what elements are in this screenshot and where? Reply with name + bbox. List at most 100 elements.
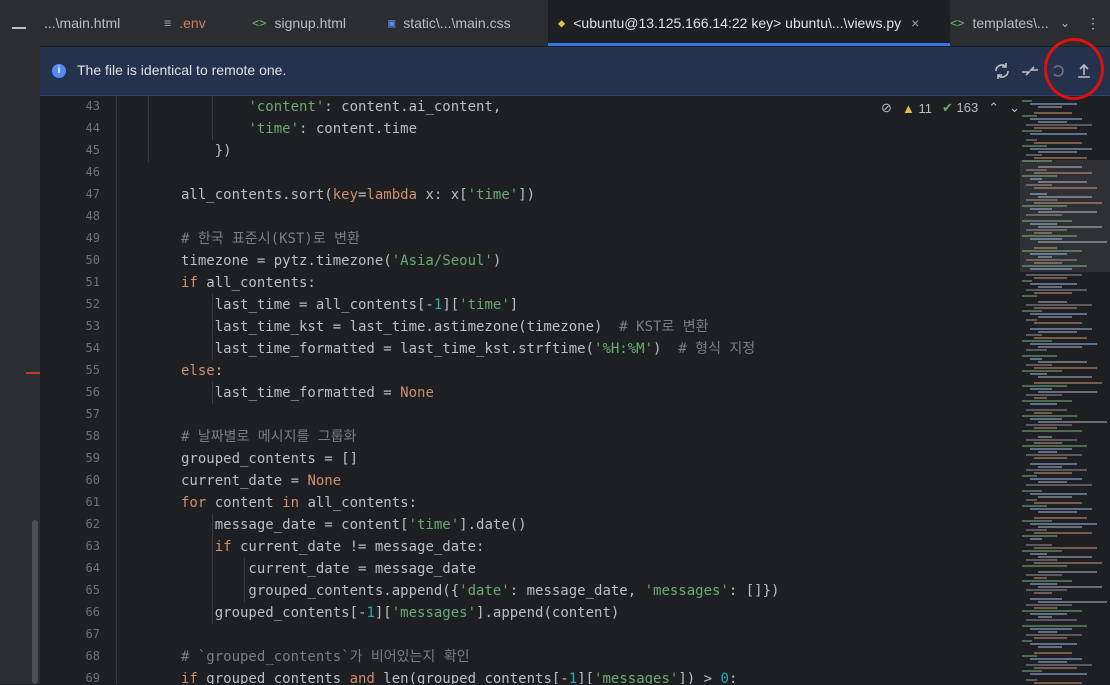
code-line: current_date = None [181,473,342,489]
minimap-line [1030,598,1062,600]
minimap-line [1026,499,1037,501]
code-line: last_time_formatted = None [181,385,434,401]
tab-main-html[interactable]: ...\main.html [44,0,120,46]
tab-label: signup.html [274,15,347,31]
tab-main-css[interactable]: ▣ static\...\main.css [388,0,511,46]
minimap-line [1030,283,1077,285]
inspection-widget[interactable]: ⊘ ▲ 11 ✔ 163 ⌃ ⌄ [881,100,1020,116]
minimap-line [1026,124,1092,126]
minimap-line [1026,484,1092,486]
code-line: current_date = message_date [181,561,477,577]
remote-status-banner: i The file is identical to remote one. [40,47,1110,96]
code-area[interactable]: 'content': content.ai_content, 'time': c… [40,96,1100,684]
minimap-line [1022,400,1072,402]
minimap-line [1030,328,1092,330]
eye-slash-icon[interactable]: ⊘ [881,100,892,116]
minimap-line [1038,316,1072,318]
minimap-line [1022,310,1042,312]
minimap-line [1026,409,1067,411]
css-icon: ▣ [388,16,396,30]
minimap-line [1026,154,1042,156]
minimap-line [1030,373,1047,375]
minimap-line [1038,346,1082,348]
minimap-line [1038,286,1062,288]
scrollbar-thumb[interactable] [32,520,38,684]
minimap-line [1034,442,1062,444]
minimap-line [1034,547,1097,549]
minimap-line [1030,103,1077,105]
minimap-line [1022,295,1037,297]
minimap-line [1038,661,1067,663]
tab-views-py[interactable]: ◆ <ubuntu@13.125.166.14:22 key> ubuntu\.… [548,0,950,46]
minimap-line [1026,619,1077,621]
minimap-line [1038,496,1072,498]
minimap-line [1038,466,1062,468]
change-marker [26,372,40,374]
minimap-line [1034,457,1067,459]
minimap-line [1034,577,1047,579]
minimap-line [1038,586,1102,588]
code-line: grouped_contents.append({'date': message… [181,583,780,599]
minimap-line [1030,388,1052,390]
tab-label: ...\main.html [44,15,121,31]
code-line: last_time_formatted = last_time_kst.strf… [181,341,756,357]
minimap-line [1030,628,1072,630]
code-minimap[interactable] [1020,96,1110,684]
minimap-viewport[interactable] [1020,160,1110,272]
warning-count[interactable]: ▲ 11 [902,101,932,116]
code-line: 'time': content.time [248,121,418,137]
minimap-line [1026,664,1092,666]
code-line: message_date = content['time'].date() [181,517,527,533]
minimap-line [1034,127,1077,129]
code-line: if grouped_contents and len(grouped_cont… [181,671,738,684]
code-line: grouped_contents = [] [181,451,359,467]
minimize-icon[interactable] [12,27,26,29]
minimap-line [1022,640,1032,642]
minimap-line [1030,403,1057,405]
tab-templates[interactable]: <> templates\... [950,0,1049,46]
minimap-line [1026,274,1082,276]
code-line: }) [181,143,232,159]
minimap-line [1022,505,1047,507]
close-icon[interactable]: × [911,15,919,31]
minimap-line [1026,544,1052,546]
ok-count-label: 163 [956,100,979,115]
minimap-line [1034,112,1072,114]
minimap-line [1034,142,1082,144]
tab-label: <ubuntu@13.125.166.14:22 key> ubuntu\...… [573,15,902,31]
minimap-line [1038,646,1062,648]
tab-signup-html[interactable]: <> signup.html [252,0,346,46]
more-options[interactable]: ⋮ [1086,0,1100,46]
minimap-line [1034,562,1102,564]
minimap-line [1030,358,1042,360]
python-icon: ◆ [558,16,566,30]
ok-count[interactable]: ✔ 163 [942,100,978,116]
minimap-line [1022,280,1032,282]
minimap-line [1030,448,1072,450]
minimap-line [1038,631,1057,633]
minimap-line [1038,331,1077,333]
warning-count-label: 11 [918,100,932,116]
chevron-up-icon[interactable]: ⌃ [988,100,999,116]
more-vertical-icon[interactable]: ⋮ [1086,15,1100,32]
warning-icon: ▲ [901,100,915,116]
tab-env[interactable]: ≡ .env [164,0,206,46]
code-line: grouped_contents[-1]['messages'].append(… [181,605,620,621]
minimap-line [1030,508,1092,510]
minimap-line [1026,319,1037,321]
compare-icon[interactable] [1018,59,1042,83]
minimap-line [1030,658,1082,660]
minimap-line [1022,625,1087,627]
minimap-line [1026,574,1062,576]
minimap-line [1022,475,1037,477]
minimap-line [1026,349,1047,351]
refresh-icon[interactable] [990,59,1014,83]
minimap-line [1034,592,1052,594]
minimap-line [1022,430,1082,432]
chevron-down-icon[interactable]: ⌄ [1060,16,1070,30]
banner-message: The file is identical to remote one. [77,62,287,78]
code-editor[interactable]: 43 44 45 46 47 48 49 50 51 52 53 54 55 56 57 58 59 60 61 62… [40,96,1110,685]
minimap-line [1022,370,1062,372]
chevron-down-icon[interactable]: ⌄ [1009,100,1020,116]
minimap-line [1034,652,1072,654]
